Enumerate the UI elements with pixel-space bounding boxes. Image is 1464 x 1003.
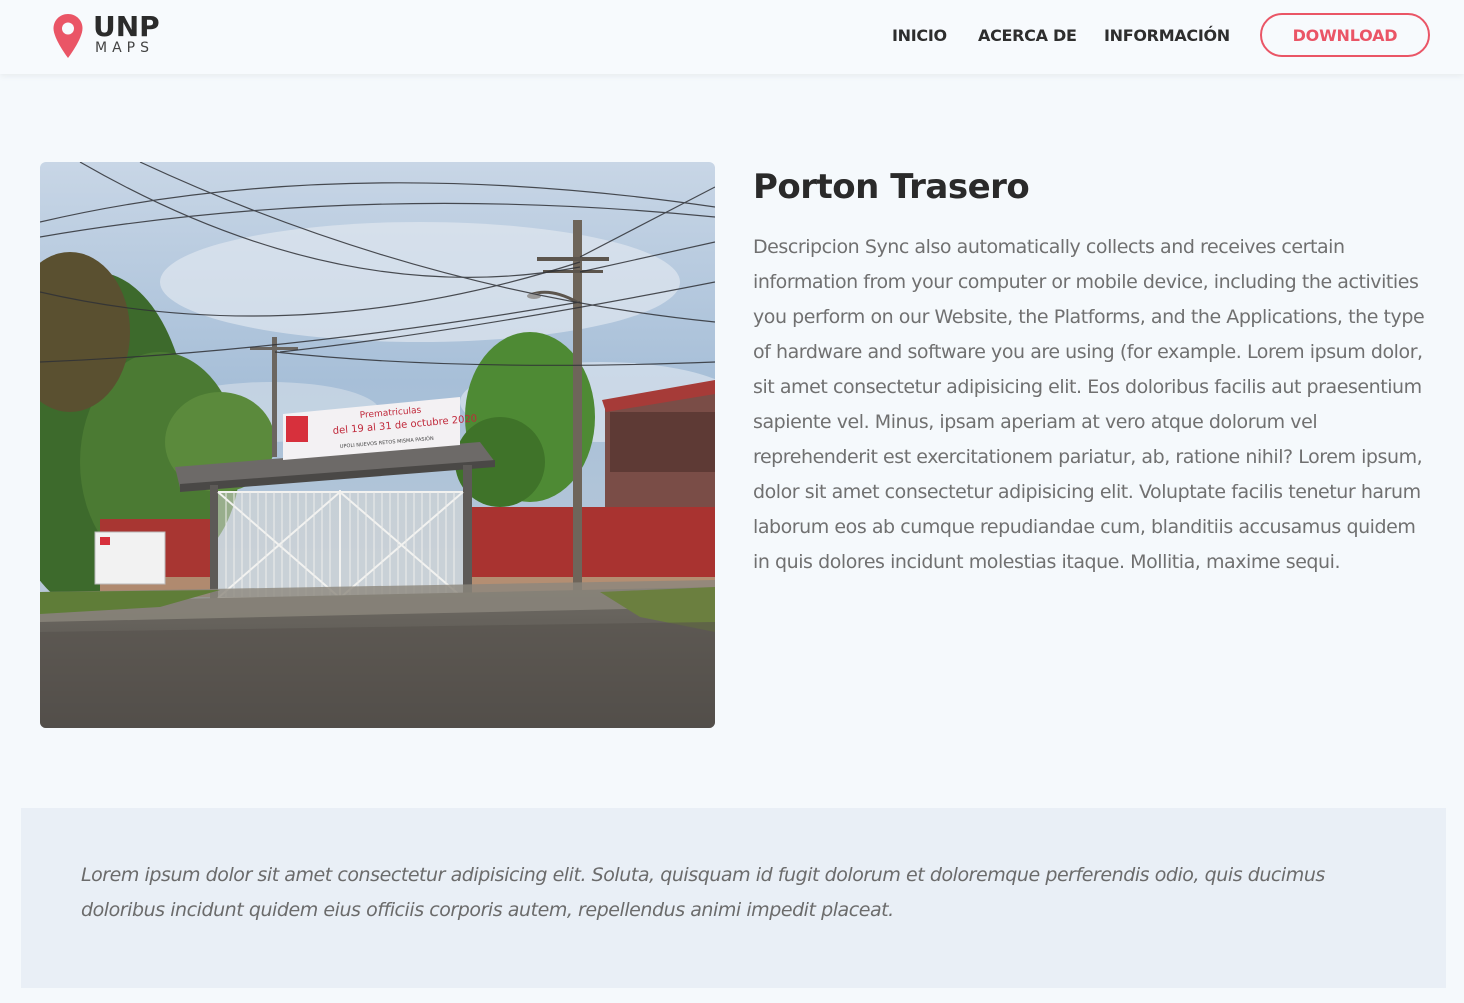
brand-name: UNP [93,10,160,43]
nav-link-inicio[interactable]: INICIO [892,24,947,48]
place-title: Porton Trasero [753,167,1030,207]
nav-link-informacion[interactable]: INFORMACIÓN [1104,24,1230,48]
place-photo: Prematriculas del 19 al 31 de octubre 20… [40,162,715,728]
place-description: Descripcion Sync also automatically coll… [753,236,1425,573]
map-pin-icon [53,14,83,58]
site-header: UNP MAPS INICIO ACERCA DE INFORMACIÓN DO… [0,0,1464,74]
brand-logo[interactable]: UNP MAPS [52,12,172,60]
brand-tagline: MAPS [95,40,154,56]
quote-section: Lorem ipsum dolor sit amet consectetur a… [21,808,1446,988]
download-button[interactable]: DOWNLOAD [1260,13,1430,57]
nav-link-acerca-de[interactable]: ACERCA DE [978,24,1077,48]
quote-text: Lorem ipsum dolor sit amet consectetur a… [81,864,1325,921]
